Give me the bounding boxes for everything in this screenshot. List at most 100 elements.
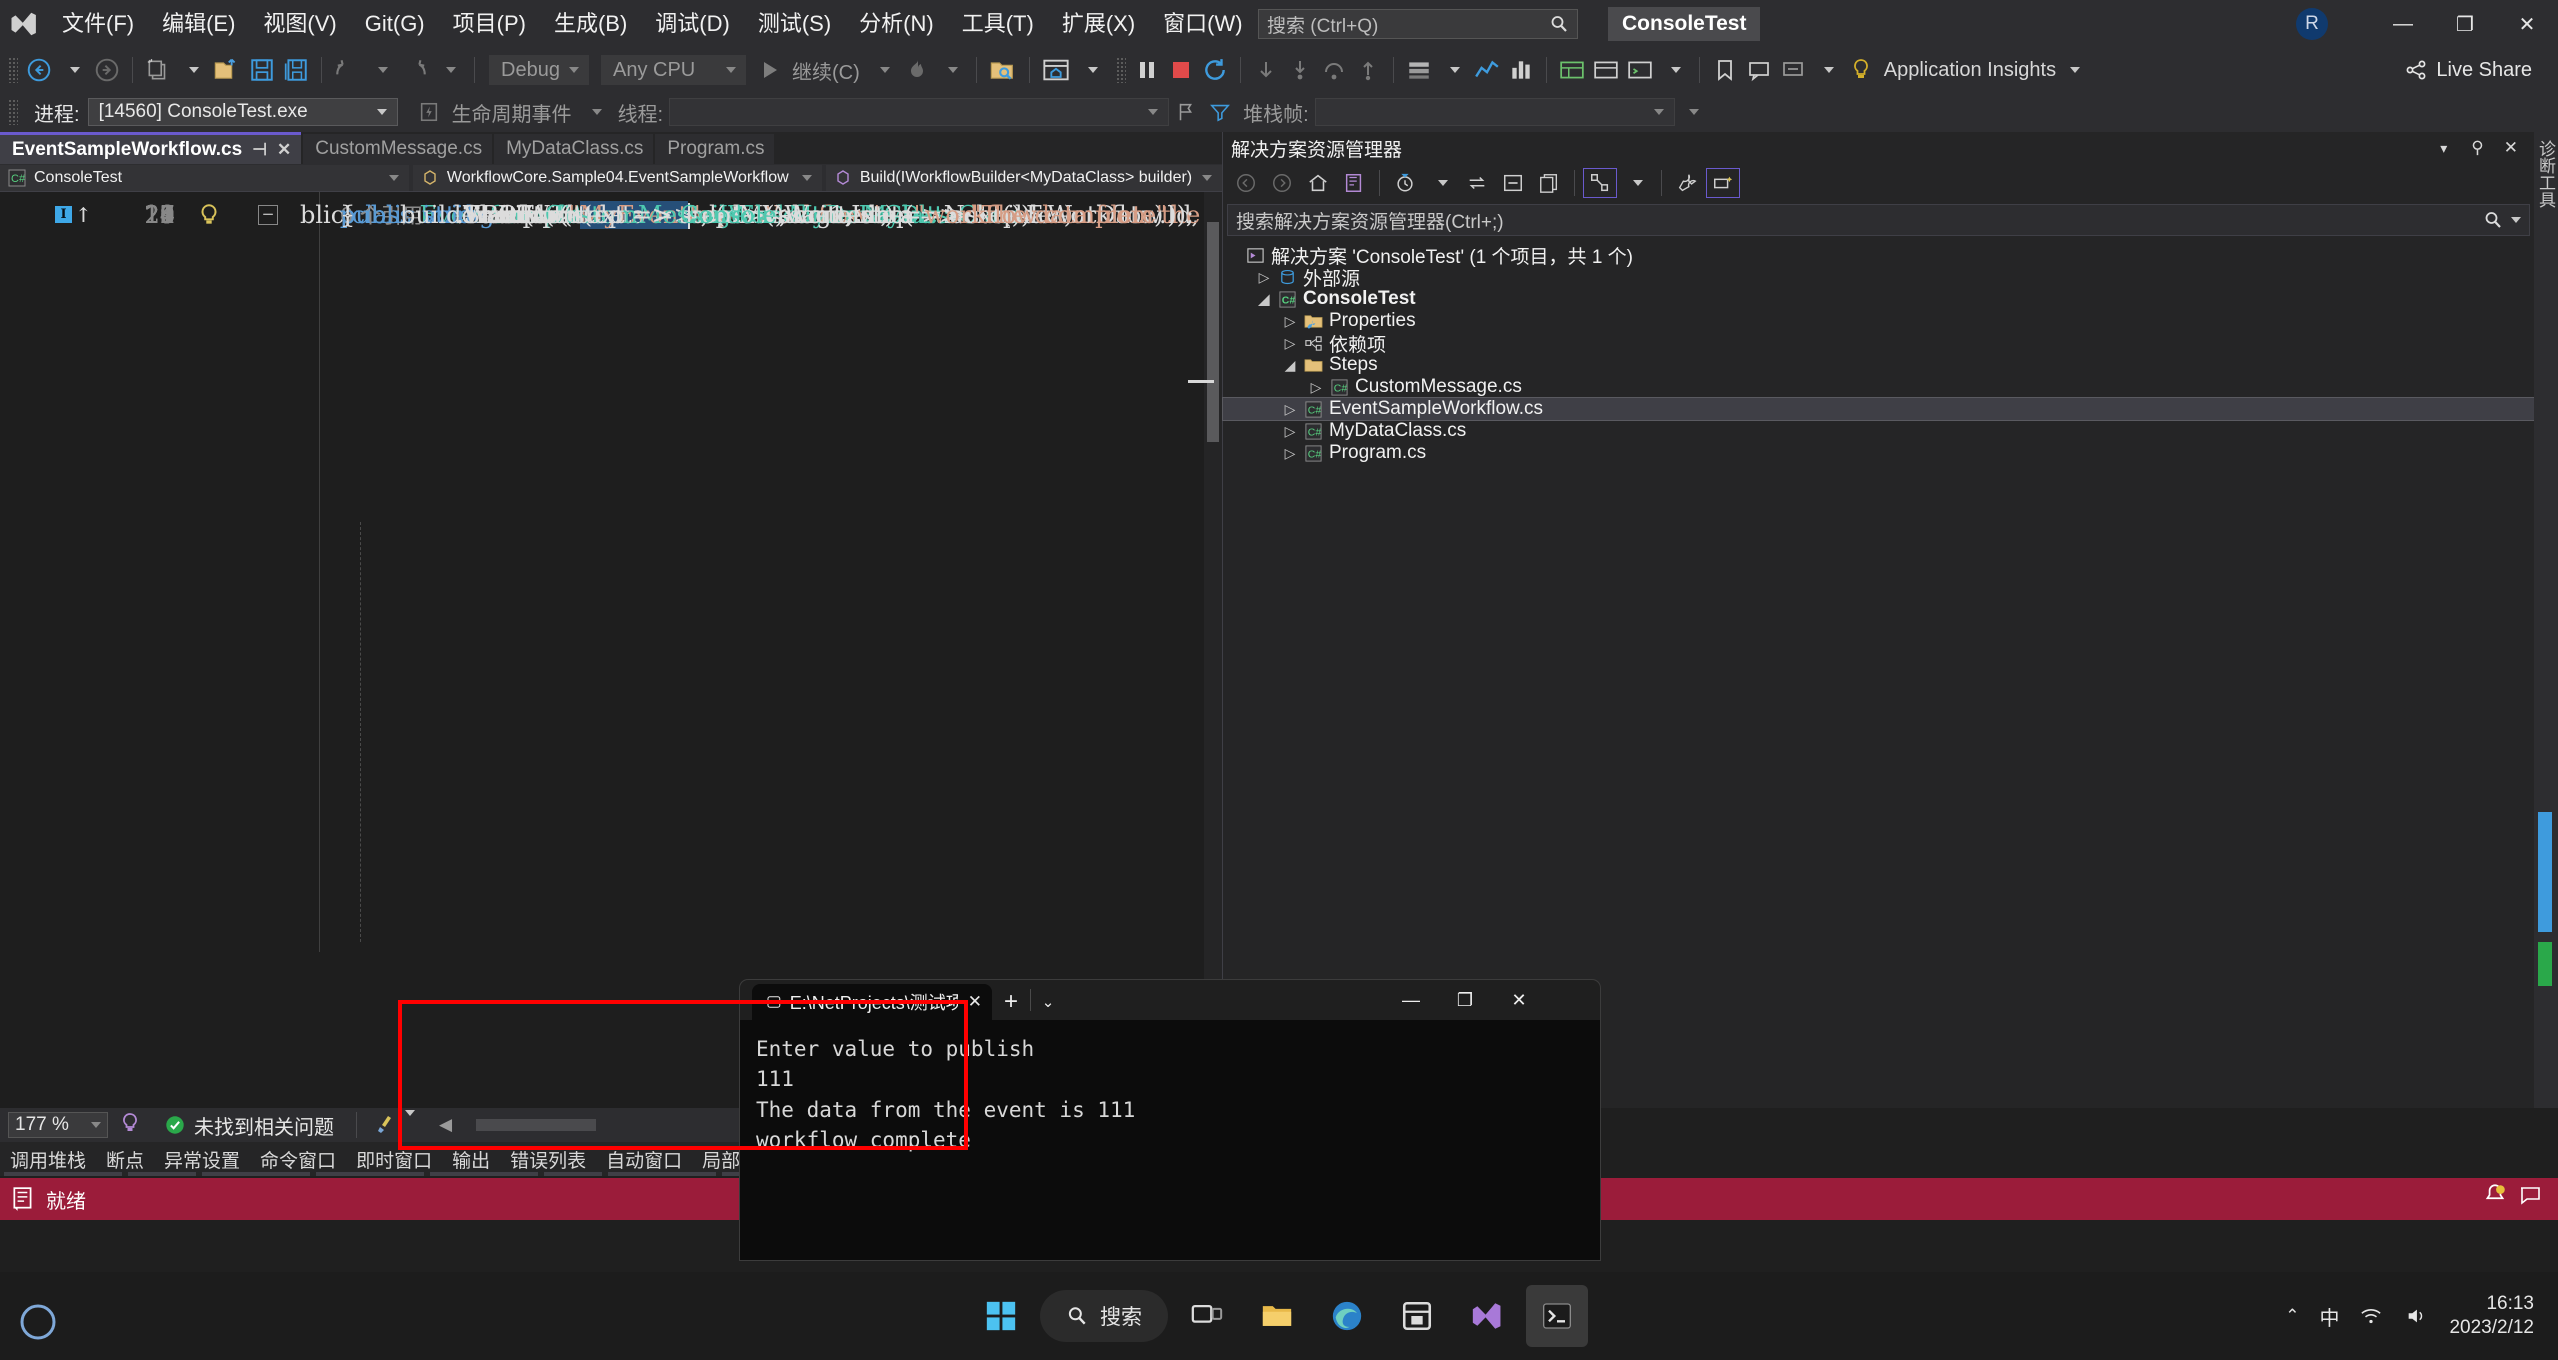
toolbar-grip[interactable] [8,57,18,83]
console-tab-dropdown[interactable]: ⌄ [1031,984,1065,1020]
menu-item-window[interactable]: 窗口(W) [1149,0,1256,48]
se-switch-views-button[interactable] [1337,168,1371,198]
tree-row-consoletest[interactable]: ◢ C# ConsoleTest [1223,288,2534,310]
close-icon[interactable]: ✕ [2504,138,2518,158]
taskbar-search-button[interactable]: 搜索 [1040,1290,1168,1342]
process-combo[interactable]: [14560] ConsoleTest.exe [88,98,398,126]
scroll-left-icon[interactable]: ◀ [439,1115,452,1135]
se-pending-dropdown[interactable] [1424,168,1458,198]
more-tools-dropdown[interactable] [1810,52,1844,88]
pin-icon[interactable]: ⊣ [252,140,267,160]
hot-reload-icon[interactable] [900,52,934,88]
performance-icon[interactable] [1504,52,1538,88]
diagnostics-icon[interactable] [1470,52,1504,88]
volume-icon[interactable] [2403,1305,2429,1327]
live-share-button[interactable]: Live Share [2404,48,2532,92]
se-preview-selected-items-button[interactable] [1706,168,1740,198]
uncomment-icon[interactable] [1776,52,1810,88]
console-new-tab-button[interactable]: + [992,984,1030,1020]
bookmark-icon[interactable] [1708,52,1742,88]
layout-dropdown[interactable] [1074,52,1108,88]
save-all-button[interactable] [279,52,313,88]
tree-row-steps[interactable]: ◢ Steps [1223,354,2534,376]
tree-row-dependencies[interactable]: ▷ 依赖项 [1223,332,2534,354]
se-pending-changes-button[interactable] [1388,168,1422,198]
tree-row-custommessage[interactable]: ▷ C# CustomMessage.cs [1223,376,2534,398]
microsoft-store-button[interactable] [1386,1285,1448,1347]
window-minimize-button[interactable]: — [2372,0,2434,48]
dock-tab-error-list[interactable]: 错误列表 [500,1146,596,1173]
se-back-button[interactable] [1229,168,1263,198]
redo-button[interactable] [398,52,432,88]
stack-frame-combo[interactable] [1315,98,1675,126]
se-sync-with-active-document-button[interactable] [1460,168,1494,198]
se-show-all-files-button[interactable] [1532,168,1566,198]
solution-explorer-search-input[interactable]: 搜索解决方案资源管理器(Ctrl+;) [1227,204,2530,236]
dock-tab-callstack[interactable]: 调用堆栈 [0,1146,96,1173]
locals-window-icon[interactable] [1589,52,1623,88]
tree-row-solution[interactable]: 解决方案 'ConsoleTest' (1 个项目，共 1 个) [1223,244,2534,266]
ime-indicator[interactable]: 中 [2319,1302,2339,1331]
console-tab-close-icon[interactable]: ✕ [968,992,982,1012]
tree-row-program[interactable]: ▷ C# Program.cs [1223,442,2534,464]
zoom-level-combo[interactable]: 177 % [8,1112,108,1138]
expander-arrow[interactable]: ▷ [1279,445,1301,462]
tab-mydataclass[interactable]: MyDataClass.cs [494,134,653,164]
immediate-window-icon[interactable] [1623,52,1657,88]
se-properties-button[interactable] [1670,168,1704,198]
lifecycle-dropdown[interactable] [578,94,612,130]
breadcrumb-member-combo[interactable]: Build(IWorkflowBuilder<MyDataClass> buil… [826,165,1222,191]
menu-item-tools[interactable]: 工具(T) [948,0,1048,48]
step-into-icon[interactable] [1283,52,1317,88]
edge-button[interactable] [1316,1285,1378,1347]
watch-window-icon[interactable] [1555,52,1589,88]
task-view-button[interactable] [1176,1285,1238,1347]
expander-arrow[interactable]: ▷ [1305,379,1327,396]
scrollbar-thumb[interactable] [1207,222,1219,442]
console-output[interactable]: Enter value to publish 111 The data from… [740,1020,1600,1260]
tree-row-eventsampleworkflow[interactable]: ▷ C# EventSampleWorkflow.cs [1223,398,2534,420]
global-search-input[interactable]: 搜索 (Ctrl+Q) [1258,9,1578,39]
tab-program[interactable]: Program.cs [655,134,774,164]
console-maximize-button[interactable]: ❐ [1438,980,1492,1020]
window-close-button[interactable]: ✕ [2496,0,2558,48]
close-icon[interactable]: ✕ [277,140,291,160]
file-explorer-button[interactable] [1246,1285,1308,1347]
visual-studio-taskbar-button[interactable] [1456,1285,1518,1347]
continue-run-button[interactable] [752,52,786,88]
se-collapse-all-button[interactable] [1496,168,1530,198]
tree-row-properties[interactable]: ▷ Properties [1223,310,2534,332]
pin-icon[interactable]: ⚲ [2471,138,2483,158]
thread-combo[interactable] [669,98,1169,126]
code-cleanup-dropdown[interactable] [401,1116,415,1134]
expander-arrow[interactable]: ▷ [1279,313,1301,330]
diagnostic-tools-tab[interactable]: 诊断工具 [2534,132,2558,208]
dock-tab-exceptions[interactable]: 异常设置 [154,1146,250,1173]
dock-tab-immediate-window[interactable]: 即时窗口 [346,1146,442,1173]
app-insights-dropdown[interactable] [2056,52,2090,88]
dock-tab-breakpoints[interactable]: 断点 [96,1146,154,1173]
step-over-icon[interactable] [1317,52,1351,88]
platform-combo[interactable]: Any CPU [601,55,746,85]
tree-row-mydataclass[interactable]: ▷ C# MyDataClass.cs [1223,420,2534,442]
window-maximize-button[interactable]: ❐ [2434,0,2496,48]
account-avatar[interactable]: R [2296,8,2328,40]
start-button[interactable] [970,1285,1032,1347]
splitter-handle[interactable] [1188,380,1214,383]
taskbar-clock[interactable]: 16:13 2023/2/12 [2449,1292,2534,1340]
hot-reload-dropdown[interactable] [934,52,968,88]
restart-button[interactable] [1198,52,1232,88]
new-project-dropdown[interactable] [175,52,209,88]
menu-item-edit[interactable]: 编辑(E) [148,0,249,48]
expander-arrow[interactable]: ◢ [1253,291,1275,308]
navigate-back-button[interactable] [22,52,56,88]
menu-item-build[interactable]: 生成(B) [540,0,641,48]
new-project-button[interactable] [141,52,175,88]
menu-item-view[interactable]: 视图(V) [249,0,350,48]
debug-toolbar-grip[interactable] [8,99,18,125]
tab-custommessage[interactable]: CustomMessage.cs [303,134,492,164]
expander-arrow[interactable]: ▷ [1279,423,1301,440]
continue-dropdown[interactable] [866,52,900,88]
console-window[interactable]: C:\ E:\NetProjects\测试项目\Cons ✕ + ⌄ — ❐ ✕… [740,980,1600,1260]
open-file-button[interactable] [209,52,245,88]
